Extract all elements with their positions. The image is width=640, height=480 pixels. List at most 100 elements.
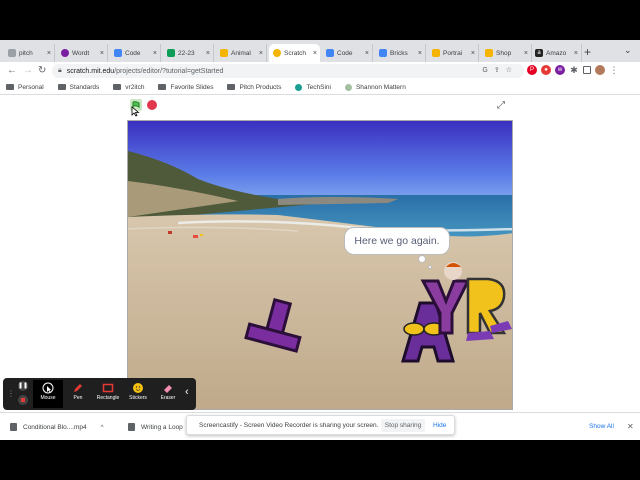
tool-stickers[interactable]: Stickers	[123, 380, 153, 408]
google-icon[interactable]: G	[482, 67, 493, 74]
stop-sharing-button[interactable]: Stop sharing	[381, 419, 425, 432]
tab-pitch[interactable]: pitch ×	[4, 44, 55, 62]
tab-animal[interactable]: Animal ×	[216, 44, 267, 62]
bookmark-standards[interactable]: Standards	[57, 84, 99, 91]
screen-sharing-notice: Screencastify - Screen Video Recorder is…	[186, 415, 455, 435]
tab-22-23[interactable]: 22-23 ×	[163, 44, 214, 62]
close-icon[interactable]: ×	[471, 50, 475, 57]
amazon-icon: a	[535, 49, 543, 57]
hide-button[interactable]: Hide	[433, 422, 446, 429]
pen-icon	[74, 384, 82, 392]
folder-icon	[57, 84, 66, 90]
url-path: /projects/editor/?tutorial=getStarted	[114, 67, 224, 75]
stage[interactable]: Here we go again.	[127, 120, 513, 410]
shop-icon	[485, 49, 493, 57]
slides-icon	[432, 49, 440, 57]
lock-icon: 🔒︎	[58, 67, 62, 74]
stage-controls: ⤢	[0, 95, 640, 119]
tab-scratch[interactable]: Scratch ×	[269, 44, 320, 62]
cursor-icon	[42, 382, 54, 394]
tool-mouse[interactable]: Mouse	[33, 380, 63, 408]
folder-icon	[227, 84, 236, 90]
file-icon	[128, 423, 135, 431]
show-all-link[interactable]: Show All	[589, 423, 614, 430]
speech-bubble: Here we go again.	[344, 227, 450, 255]
tool-eraser[interactable]: Eraser	[153, 380, 183, 408]
forward-icon[interactable]: →	[23, 65, 33, 76]
bookmark-techsini[interactable]: TechSini	[295, 83, 331, 91]
close-icon[interactable]: ×	[206, 50, 210, 57]
tool-rectangle[interactable]: Rectangle	[93, 380, 123, 408]
record-stop-button[interactable]	[18, 395, 28, 405]
tab-amazon[interactable]: a Amazo ×	[531, 44, 582, 62]
bubble-tail	[418, 255, 426, 263]
code-icon	[379, 49, 387, 57]
screencastify-icon[interactable]: ●	[541, 65, 551, 75]
site-icon	[344, 83, 352, 91]
code-icon	[326, 49, 334, 57]
tab-code-2[interactable]: Code ×	[322, 44, 373, 62]
close-icon[interactable]: ×	[524, 50, 528, 57]
browser-toolbar: ← → ↻ 🔒︎ scratch.mit.edu/projects/editor…	[0, 62, 640, 80]
address-bar-icons: G⇪☆	[482, 66, 518, 74]
back-icon[interactable]: ←	[7, 65, 17, 76]
chevron-up-icon[interactable]: ^	[101, 424, 104, 431]
address-bar[interactable]: 🔒︎ scratch.mit.edu/projects/editor/?tuto…	[52, 64, 524, 78]
close-icon[interactable]: ×	[47, 50, 51, 57]
sidebar-icon[interactable]	[583, 66, 591, 74]
close-icon[interactable]: ×	[153, 50, 157, 57]
page-icon	[8, 49, 16, 57]
bookmark-favorite-slides[interactable]: Favorite Slides	[158, 84, 213, 91]
new-tab-icon[interactable]: +	[584, 45, 591, 59]
folder-icon	[158, 84, 167, 90]
tab-code[interactable]: Code ×	[110, 44, 161, 62]
close-icon[interactable]: ×	[100, 50, 104, 57]
techsini-icon	[295, 83, 303, 91]
close-icon[interactable]: ×	[418, 50, 422, 57]
eraser-icon	[164, 385, 172, 393]
scratch-icon	[273, 49, 281, 57]
close-icon[interactable]: ×	[365, 50, 369, 57]
chevron-left-icon[interactable]: ‹	[185, 386, 189, 398]
tab-portrait[interactable]: Portrai ×	[428, 44, 479, 62]
close-icon[interactable]: ×	[313, 50, 317, 57]
tool-pen[interactable]: Pen	[63, 380, 93, 408]
wordtune-icon	[61, 49, 69, 57]
drag-handle-icon[interactable]: ⋮	[7, 389, 15, 398]
menu-icon[interactable]: ⋮	[609, 65, 619, 75]
puzzle-icon[interactable]: ✱	[569, 65, 579, 75]
bookmark-personal[interactable]: Personal	[6, 84, 44, 91]
stop-button[interactable]	[147, 100, 157, 110]
fullscreen-icon[interactable]: ⤢	[497, 100, 505, 111]
extensions: P ● w ✱ ⋮	[527, 65, 619, 75]
close-icon[interactable]: ✕	[627, 422, 634, 431]
close-icon[interactable]: ×	[574, 50, 578, 57]
code-icon	[114, 49, 122, 57]
sheets-icon	[167, 49, 175, 57]
file-icon	[10, 423, 17, 431]
star-icon[interactable]: ☆	[506, 67, 518, 74]
avatar[interactable]	[595, 65, 605, 75]
sticker-icon	[133, 383, 143, 393]
reload-icon[interactable]: ↻	[38, 65, 46, 76]
rectangle-icon	[102, 383, 114, 393]
tab-bricks[interactable]: Bricks ×	[375, 44, 426, 62]
pause-icon[interactable]: ❚❚	[18, 381, 28, 391]
bubble-tail-dot	[428, 265, 432, 269]
folder-icon	[113, 84, 122, 90]
bookmark-vr2itch[interactable]: vr2itch	[113, 84, 144, 91]
chevron-down-icon[interactable]: ⌄	[624, 45, 632, 56]
stop-icon	[21, 398, 25, 402]
download-item[interactable]: Writing a Loop	[128, 423, 183, 431]
url-host: scratch.mit.edu	[66, 67, 115, 75]
pinterest-icon[interactable]: P	[527, 65, 537, 75]
close-icon[interactable]: ×	[259, 50, 263, 57]
bookmark-shannon-mattern[interactable]: Shannon Mattern	[344, 83, 406, 91]
tab-wordt[interactable]: Wordt ×	[57, 44, 108, 62]
slides-icon	[220, 49, 228, 57]
bookmark-pitch-products[interactable]: Pitch Products	[227, 84, 281, 91]
share-icon[interactable]: ⇪	[494, 67, 506, 74]
tab-shop[interactable]: Shop ×	[481, 44, 532, 62]
wordtune-icon[interactable]: w	[555, 65, 565, 75]
download-item[interactable]: Conditional Blo....mp4 ^	[10, 423, 104, 431]
